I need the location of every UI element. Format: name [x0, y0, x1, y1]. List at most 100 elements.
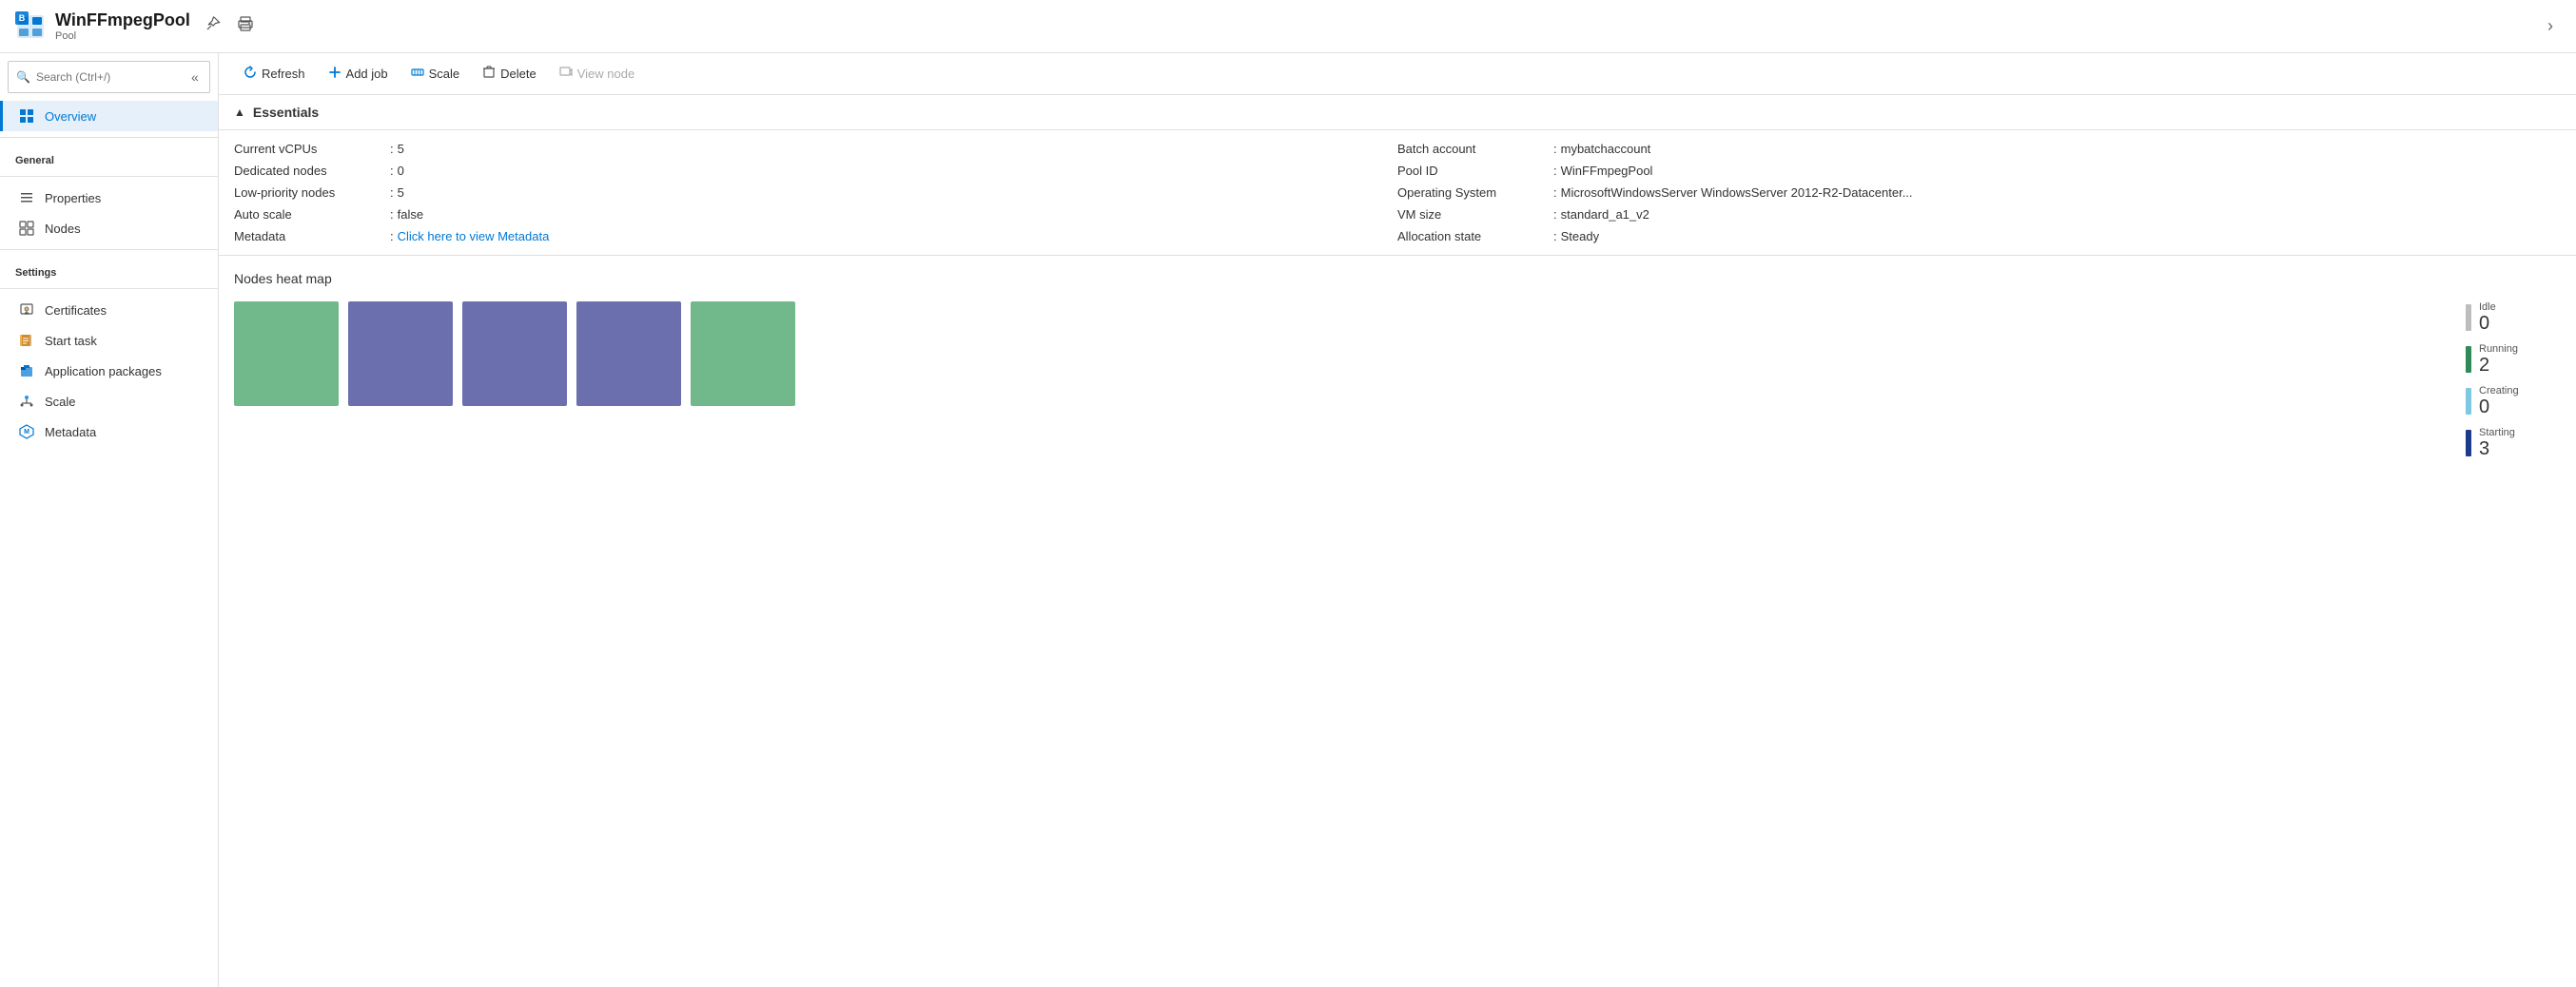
- essentials-right-col: Batch account : mybatchaccount Pool ID :…: [1397, 142, 2561, 243]
- sidebar-item-start-task-label: Start task: [45, 334, 97, 348]
- scale-icon: [18, 393, 35, 410]
- essentials-title: Essentials: [253, 105, 319, 120]
- view-node-button[interactable]: View node: [550, 61, 644, 87]
- delete-icon: [482, 66, 496, 82]
- metadata-label: Metadata: [234, 229, 386, 243]
- heatmap-title: Nodes heat map: [234, 271, 2561, 286]
- essentials-row-autoscale: Auto scale : false: [234, 207, 1397, 222]
- essentials-row-os: Operating System : MicrosoftWindowsServe…: [1397, 185, 2561, 200]
- lowpriority-value: 5: [398, 185, 404, 200]
- sidebar-item-properties[interactable]: Properties: [0, 183, 218, 213]
- sidebar-item-nodes[interactable]: Nodes: [0, 213, 218, 243]
- node-box-1[interactable]: [234, 301, 339, 406]
- close-button[interactable]: ›: [2540, 12, 2561, 40]
- sidebar-divider-1: [0, 137, 218, 138]
- legend-creating: Creating 0: [2466, 385, 2561, 417]
- poolid-label: Pool ID: [1397, 164, 1550, 178]
- top-header: B WinFFmpegPool Pool ›: [0, 0, 2576, 53]
- sidebar-divider-2: [0, 176, 218, 177]
- allocation-label: Allocation state: [1397, 229, 1550, 243]
- essentials-header[interactable]: ▲ Essentials: [219, 95, 2576, 130]
- sidebar-item-scale-label: Scale: [45, 395, 76, 409]
- node-box-2[interactable]: [348, 301, 453, 406]
- application-packages-icon: [18, 362, 35, 379]
- legend-idle: Idle 0: [2466, 301, 2561, 334]
- sidebar-item-start-task[interactable]: Start task: [0, 325, 218, 356]
- node-box-3[interactable]: [462, 301, 567, 406]
- sidebar: 🔍 « Overview General: [0, 53, 219, 987]
- batchaccount-value: mybatchaccount: [1561, 142, 1651, 156]
- metadata-link[interactable]: Click here to view Metadata: [398, 229, 550, 243]
- sidebar-item-application-packages-label: Application packages: [45, 364, 162, 378]
- svg-text:M: M: [24, 429, 29, 435]
- scale-toolbar-icon: [411, 66, 424, 82]
- properties-icon: [18, 189, 35, 206]
- essentials-row-metadata: Metadata : Click here to view Metadata: [234, 229, 1397, 243]
- poolid-value: WinFFmpegPool: [1561, 164, 1653, 178]
- allocation-value: Steady: [1561, 229, 1599, 243]
- refresh-button[interactable]: Refresh: [234, 61, 315, 87]
- essentials-row-lowpriority: Low-priority nodes : 5: [234, 185, 1397, 200]
- sidebar-divider-3: [0, 249, 218, 250]
- essentials-row-vcpus: Current vCPUs : 5: [234, 142, 1397, 156]
- running-count: 2: [2479, 355, 2518, 376]
- heatmap-area: Idle 0 Running 2 Creat: [234, 301, 2561, 459]
- sidebar-item-overview-label: Overview: [45, 109, 96, 124]
- heatmap-section: Nodes heat map Idle 0: [219, 256, 2576, 987]
- heatmap-legend: Idle 0 Running 2 Creat: [2466, 301, 2561, 459]
- view-node-icon: [559, 66, 573, 82]
- essentials-row-batchaccount: Batch account : mybatchaccount: [1397, 142, 2561, 156]
- certificates-icon: [18, 301, 35, 319]
- page-subtitle: Pool: [55, 30, 190, 42]
- essentials-chevron: ▲: [234, 106, 245, 119]
- starting-label: Starting: [2479, 427, 2515, 438]
- svg-text:B: B: [19, 13, 26, 23]
- add-job-icon: [328, 66, 342, 82]
- toolbar: Refresh Add job: [219, 53, 2576, 95]
- sidebar-item-scale[interactable]: Scale: [0, 386, 218, 416]
- essentials-row-allocation: Allocation state : Steady: [1397, 229, 2561, 243]
- collapse-button[interactable]: «: [187, 66, 203, 88]
- sidebar-item-certificates[interactable]: Certificates: [0, 295, 218, 325]
- essentials-row-poolid: Pool ID : WinFFmpegPool: [1397, 164, 2561, 178]
- add-job-button[interactable]: Add job: [319, 61, 398, 87]
- lowpriority-label: Low-priority nodes: [234, 185, 386, 200]
- scale-button[interactable]: Scale: [401, 61, 470, 87]
- creating-label: Creating: [2479, 385, 2519, 397]
- idle-label: Idle: [2479, 301, 2496, 313]
- node-box-4[interactable]: [576, 301, 681, 406]
- refresh-icon: [244, 66, 257, 82]
- vcpus-label: Current vCPUs: [234, 142, 386, 156]
- delete-button[interactable]: Delete: [473, 61, 546, 87]
- content-area: Refresh Add job: [219, 53, 2576, 987]
- os-value: MicrosoftWindowsServer WindowsServer 201…: [1561, 185, 1913, 200]
- settings-section-label: Settings: [0, 256, 218, 282]
- vmsize-value: standard_a1_v2: [1561, 207, 1649, 222]
- scale-label: Scale: [429, 67, 460, 81]
- header-actions: [202, 12, 257, 40]
- idle-bar: [2466, 304, 2471, 331]
- print-button[interactable]: [234, 12, 257, 40]
- vmsize-label: VM size: [1397, 207, 1550, 222]
- sidebar-item-application-packages[interactable]: Application packages: [0, 356, 218, 386]
- essentials-grid: Current vCPUs : 5 Dedicated nodes : 0 Lo…: [219, 130, 2576, 256]
- autoscale-label: Auto scale: [234, 207, 386, 222]
- starting-bar: [2466, 430, 2471, 456]
- refresh-label: Refresh: [262, 67, 305, 81]
- essentials-row-dedicated: Dedicated nodes : 0: [234, 164, 1397, 178]
- sidebar-item-metadata-label: Metadata: [45, 425, 96, 439]
- legend-starting: Starting 3: [2466, 427, 2561, 459]
- autoscale-value: false: [398, 207, 423, 222]
- starting-count: 3: [2479, 438, 2515, 459]
- search-bar: 🔍 «: [8, 61, 210, 93]
- essentials-row-vmsize: VM size : standard_a1_v2: [1397, 207, 2561, 222]
- main-layout: 🔍 « Overview General: [0, 53, 2576, 987]
- sidebar-item-overview[interactable]: Overview: [0, 101, 218, 131]
- sidebar-item-metadata[interactable]: M Metadata: [0, 416, 218, 447]
- pin-button[interactable]: [202, 12, 224, 40]
- search-input[interactable]: [36, 70, 184, 84]
- creating-count: 0: [2479, 397, 2519, 417]
- batchaccount-label: Batch account: [1397, 142, 1550, 156]
- node-box-5[interactable]: [691, 301, 795, 406]
- essentials-left-col: Current vCPUs : 5 Dedicated nodes : 0 Lo…: [234, 142, 1397, 243]
